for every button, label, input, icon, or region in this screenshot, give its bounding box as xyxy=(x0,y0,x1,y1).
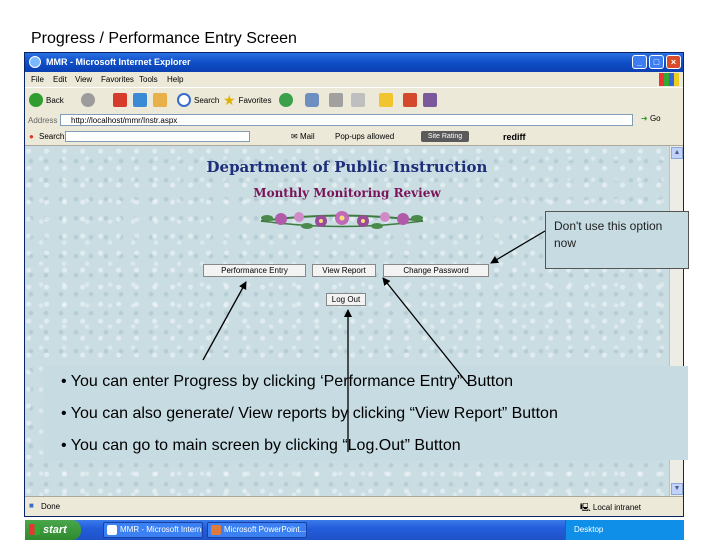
messenger-icon xyxy=(403,93,417,107)
status-bar: ■ Done 🖳 Local intranet xyxy=(25,496,683,516)
floral-divider-image xyxy=(260,211,424,229)
search-label: Search xyxy=(194,95,220,105)
slide-title: Progress / Performance Entry Screen xyxy=(31,30,297,47)
maximize-button[interactable]: □ xyxy=(649,55,664,69)
change-password-button[interactable]: Change Password xyxy=(383,264,489,277)
review-title: Monthly Monitoring Review xyxy=(253,186,441,200)
view-report-button[interactable]: View Report xyxy=(312,264,376,277)
favorites-star-icon: ★ xyxy=(223,92,236,108)
menu-edit[interactable]: Edit xyxy=(53,75,67,84)
stop-button[interactable] xyxy=(113,92,127,108)
menu-tools[interactable]: Tools xyxy=(139,75,158,84)
scroll-up-icon[interactable]: ▲ xyxy=(671,147,683,159)
site-rating-button[interactable]: Site Rating xyxy=(421,131,469,142)
go-label: Go xyxy=(649,114,661,123)
refresh-icon xyxy=(133,93,147,107)
search-toolbar-input[interactable] xyxy=(65,131,250,142)
mail-link[interactable]: ✉ Mail xyxy=(291,132,315,141)
address-bar: Address http://localhost/mmr/Instr.aspx … xyxy=(25,112,683,129)
local-intranet-icon: 🖳 xyxy=(580,503,591,512)
home-button[interactable] xyxy=(153,92,167,108)
windows-logo-icon xyxy=(659,73,679,86)
scroll-down-icon[interactable]: ▼ xyxy=(671,483,683,495)
minimize-button[interactable]: _ xyxy=(632,55,647,69)
instruction-view-report: • You can also generate/ View reports by… xyxy=(61,405,558,422)
notes-button[interactable] xyxy=(379,92,393,108)
window-titlebar[interactable]: MMR - Microsoft Internet Explorer _ □ × xyxy=(25,53,683,72)
logout-button[interactable]: Log Out xyxy=(326,293,366,306)
close-button[interactable]: × xyxy=(666,55,681,69)
history-icon xyxy=(279,93,293,107)
back-button[interactable]: Back xyxy=(29,92,64,108)
print-icon xyxy=(329,93,343,107)
back-label: Back xyxy=(46,95,64,105)
windows-taskbar: start MMR - Microsoft Internet... Micros… xyxy=(25,520,684,540)
favorites-button[interactable]: ★ Favorites xyxy=(223,92,271,108)
department-title: Department of Public Instruction xyxy=(206,158,488,176)
mail-icon xyxy=(305,93,319,107)
notes-icon xyxy=(379,93,393,107)
research-button[interactable] xyxy=(423,92,437,108)
home-icon xyxy=(153,93,167,107)
taskbar-item-powerpoint[interactable]: Microsoft PowerPoint... xyxy=(207,522,307,538)
popup-blocker-button[interactable]: Pop-ups allowed xyxy=(335,132,394,141)
mail-toolbar-icon: ✉ xyxy=(291,132,298,141)
edit-button[interactable] xyxy=(351,92,365,108)
address-input[interactable]: http://localhost/mmr/Instr.aspx xyxy=(60,114,633,126)
search-icon xyxy=(177,93,191,107)
messenger-button[interactable] xyxy=(403,92,417,108)
instruction-logout: • You can go to main screen by clicking … xyxy=(61,437,461,454)
menu-view[interactable]: View xyxy=(75,75,92,84)
address-label: Address xyxy=(28,116,58,125)
rediff-link[interactable]: rediff xyxy=(503,132,526,142)
research-icon xyxy=(423,93,437,107)
stop-icon xyxy=(113,93,127,107)
favorites-label: Favorites xyxy=(238,95,272,105)
back-arrow-icon xyxy=(29,93,43,107)
menu-help[interactable]: Help xyxy=(167,75,183,84)
ie-task-icon xyxy=(107,525,117,535)
instructions-box: • You can enter Progress by clicking ‘Pe… xyxy=(44,366,688,460)
go-button[interactable]: ➜ Go xyxy=(641,114,661,123)
edit-icon xyxy=(351,93,365,107)
tray-desktop-label: Desktop xyxy=(574,525,604,534)
search-toolbar-label: Search xyxy=(39,132,65,141)
taskbar-item-ie[interactable]: MMR - Microsoft Internet... xyxy=(103,522,203,538)
powerpoint-task-icon xyxy=(211,525,221,535)
forward-button[interactable] xyxy=(81,92,95,108)
system-tray: Desktop xyxy=(565,520,684,540)
internet-explorer-icon xyxy=(29,56,41,68)
windows-flag-icon xyxy=(29,524,40,535)
start-button[interactable]: start xyxy=(25,520,81,540)
history-button[interactable] xyxy=(279,92,293,108)
mail-button[interactable] xyxy=(305,92,319,108)
forward-arrow-icon xyxy=(81,93,95,107)
security-zone-label: 🖳 Local intranet xyxy=(580,503,641,512)
menu-favorites[interactable]: Favorites xyxy=(101,75,134,84)
window-title: MMR - Microsoft Internet Explorer xyxy=(46,57,191,67)
print-button[interactable] xyxy=(329,92,343,108)
performance-entry-button[interactable]: Performance Entry xyxy=(203,264,306,277)
standard-toolbar: Back Search ★ Favorites xyxy=(25,87,683,113)
menu-file[interactable]: File xyxy=(31,75,44,84)
go-arrow-icon: ➜ xyxy=(641,114,648,123)
instruction-performance-entry: • You can enter Progress by clicking ‘Pe… xyxy=(61,373,514,390)
search-toolbar-logo-icon: ● xyxy=(29,132,34,141)
refresh-button[interactable] xyxy=(133,92,147,108)
page-done-icon: ■ xyxy=(29,501,34,510)
search-button[interactable]: Search xyxy=(177,92,219,108)
callout-box: Don't use this option now xyxy=(545,211,689,269)
search-toolbar: ● Search ✉ Mail Pop-ups allowed Site Rat… xyxy=(25,129,683,146)
status-text: Done xyxy=(41,502,61,511)
menu-bar: File Edit View Favorites Tools Help xyxy=(25,72,683,87)
